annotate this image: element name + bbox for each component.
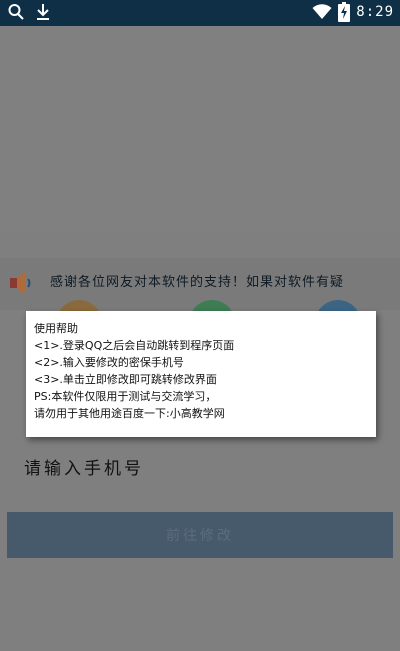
phone-input[interactable]: 请输入手机号 (24, 454, 144, 479)
help-line-5: 请勿用于其他用途百度一下:小高教学网 (34, 407, 225, 420)
announcement-text: 感谢各位网友对本软件的支持！如果对软件有疑 (50, 275, 345, 290)
battery-charging-icon (338, 2, 351, 22)
help-line-1: <1>.登录QQ之后会自动跳转到程序页面 (34, 339, 235, 352)
banner-area (0, 26, 400, 231)
status-bar: 8:29 (0, 0, 400, 26)
help-line-3: <3>.单击立即修改即可跳转修改界面 (34, 373, 217, 386)
submit-button[interactable]: 前往修改 (7, 512, 393, 558)
speaker-icon (8, 270, 34, 300)
help-dialog: 使用帮助 <1>.登录QQ之后会自动跳转到程序页面 <2>.输入要修改的密保手机… (26, 311, 376, 437)
clock: 8:29 (356, 4, 394, 20)
help-dialog-title: 使用帮助 (34, 322, 78, 335)
download-icon (36, 3, 50, 21)
help-line-4: PS:本软件仅限用于测试与交流学习， (34, 390, 217, 403)
wifi-icon (312, 4, 332, 20)
help-line-2: <2>.输入要修改的密保手机号 (34, 356, 184, 369)
search-icon (8, 3, 24, 21)
